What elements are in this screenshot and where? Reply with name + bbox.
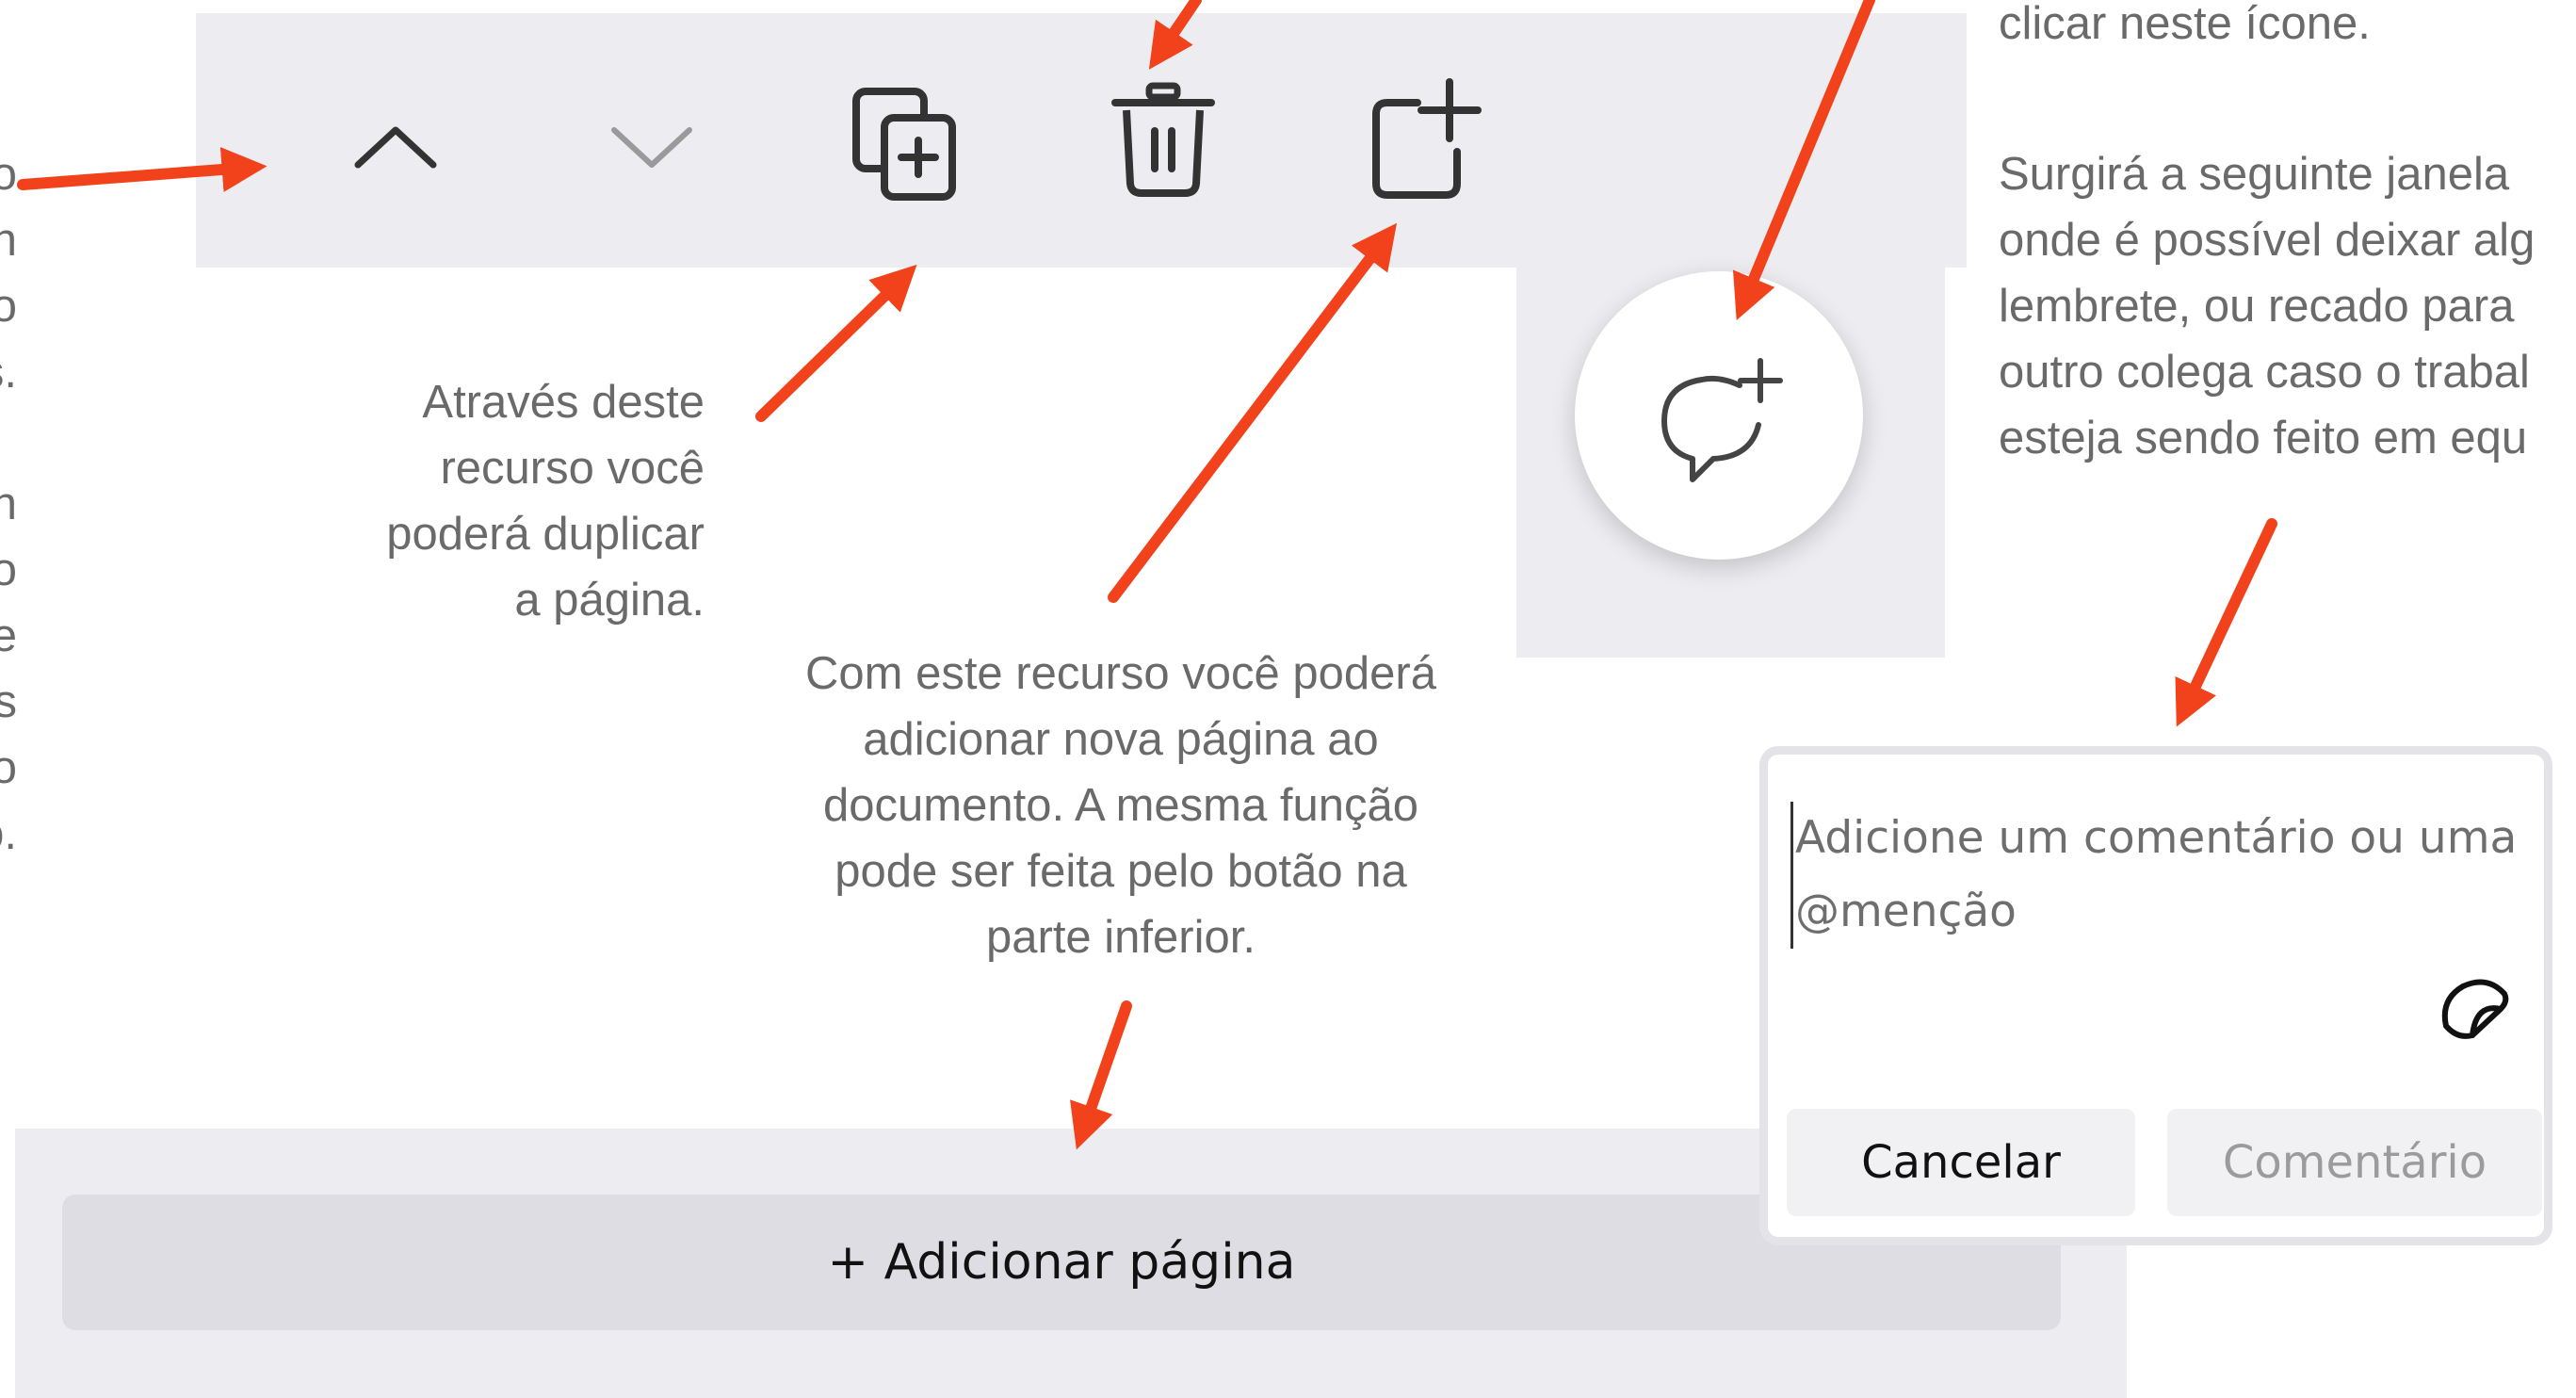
annotation-line: o [0, 742, 17, 793]
sticker-icon [2441, 979, 2509, 1039]
comment-placeholder-line: @menção [1795, 886, 2017, 937]
add-comment-button[interactable] [1575, 271, 1863, 560]
annotation-line: Através deste [422, 377, 705, 428]
delete-page-button[interactable] [1097, 73, 1229, 205]
arrow-to-bottom-button [1070, 1000, 1132, 1150]
annotation-line: onde é possível deixar alg [1999, 215, 2535, 266]
submit-comment-button[interactable]: Comentário [2167, 1109, 2542, 1216]
annotation-line [0, 405, 17, 471]
annotation-line: lembrete, ou recado para [1999, 281, 2515, 332]
comment-placeholder-line: Adicione um comentário ou uma [1795, 812, 2518, 864]
comment-dialog: Adicione um comentário ou uma @menção Ca… [1759, 746, 2552, 1245]
annotation-line: pode ser feita pelo botão na [834, 846, 1407, 897]
comment-annotation-top: clicar neste ícone. [1999, 0, 2371, 49]
comment-add-icon [1661, 358, 1783, 482]
sticker-button[interactable] [2438, 977, 2512, 1048]
duplicate-annotation: Através deste recurso você poderá duplic… [311, 369, 705, 633]
chevron-down-icon [611, 127, 692, 168]
add-page-annotation: Com este recurso você poderá adicionar n… [744, 641, 1498, 970]
annotation-line: recurso você [440, 443, 705, 494]
chevron-up-icon [354, 126, 437, 169]
duplicate-page-icon [852, 88, 956, 201]
move-page-down-button[interactable] [595, 94, 708, 198]
arrow-to-comment-box [2175, 518, 2277, 727]
annotation-line: n [0, 215, 17, 266]
annotation-line: o [0, 281, 17, 332]
annotation-line: outro colega caso o trabal [1999, 347, 2530, 398]
annotation-line: adicionar nova página ao [863, 714, 1379, 765]
annotation-line: n [0, 479, 17, 529]
annotation-line: parte inferior. [986, 912, 1256, 963]
move-page-up-button[interactable] [339, 94, 452, 198]
annotation-line: o [0, 149, 17, 200]
add-page-button[interactable] [1354, 68, 1496, 209]
annotation-line: s. [0, 347, 17, 398]
annotation-line: documento. A mesma função [823, 780, 1418, 831]
arrow-to-add-page-button [1108, 222, 1398, 603]
comment-annotation: Surgirá a seguinte janela onde é possíve… [1999, 141, 2576, 471]
duplicate-page-button[interactable] [838, 75, 970, 207]
annotation-line: s [0, 676, 17, 727]
annotation-line: o [0, 545, 17, 595]
page-toolbar [196, 13, 1967, 268]
annotation-line: Surgirá a seguinte janela [1999, 149, 2510, 200]
trash-icon [1111, 82, 1215, 197]
comment-input[interactable]: Adicione um comentário ou uma @menção [1790, 802, 2539, 949]
annotation-line: Com este recurso você poderá [805, 648, 1436, 699]
annotation-line: a página. [514, 575, 705, 626]
annotation-line: poderá duplicar [386, 509, 705, 560]
left-annotation-fragment: o n o s. n o e s o o. [0, 141, 17, 867]
annotation-line: e [0, 610, 17, 661]
annotation-line: esteja sendo feito em equ [1999, 413, 2528, 463]
add-page-icon [1372, 78, 1482, 199]
cancel-button[interactable]: Cancelar [1787, 1109, 2135, 1216]
annotation-line: o. [0, 808, 17, 859]
arrow-to-duplicate-button [755, 264, 917, 422]
